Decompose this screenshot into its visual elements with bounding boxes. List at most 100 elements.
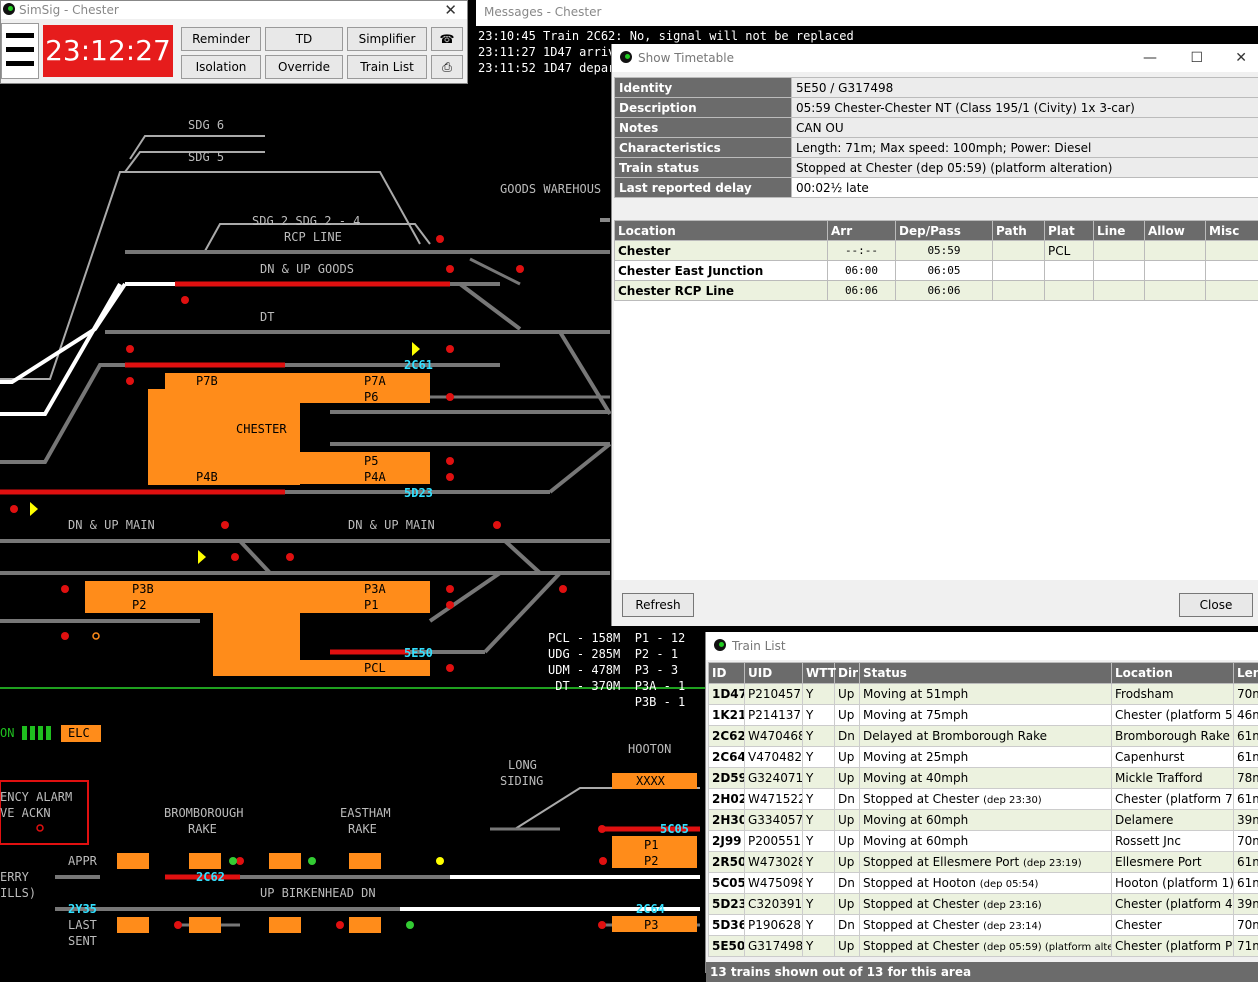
train-row[interactable]: 5D36P190628YDnStopped at Chester (dep 23…: [709, 915, 1258, 936]
printer-button[interactable]: ⎙: [431, 55, 463, 79]
detail-key: Train status: [615, 158, 792, 178]
train-row[interactable]: 2C64V470482YUpMoving at 25mphCapenhurst6…: [709, 747, 1258, 768]
train-row[interactable]: 2R50W473028YUpStopped at Ellesmere Port …: [709, 852, 1258, 873]
status-text: Moving at 60mph: [863, 813, 968, 827]
cell-dir: Up: [835, 684, 860, 705]
simsig-main-window[interactable]: SimSig - Chester ✕ 23:12:27 Reminder TD …: [0, 0, 468, 84]
col-wtt[interactable]: WTT: [803, 663, 835, 684]
cell-dep: 06:05: [896, 261, 993, 281]
col-line[interactable]: Line: [1094, 221, 1145, 241]
col-dir[interactable]: Dir: [835, 663, 860, 684]
status-text: Stopped at Chester: [863, 918, 979, 932]
berth-2c64[interactable]: 2C64: [636, 902, 665, 916]
td-interpose-button[interactable]: TD Interpose: [265, 27, 343, 51]
close-button[interactable]: Close: [1179, 593, 1253, 617]
train-list-window[interactable]: Train List ID UID WTT Dir Status Locatio…: [705, 632, 1258, 973]
cell-misc: [1206, 261, 1258, 281]
col-len[interactable]: Len: [1234, 663, 1258, 684]
cell-len: 78m: [1234, 768, 1258, 789]
schedule-row[interactable]: Chester East Junction 06:00 06:05: [615, 261, 1258, 281]
close-icon[interactable]: ✕: [1235, 44, 1247, 72]
train-row[interactable]: 2D59G324071YUpMoving at 40mphMickle Traf…: [709, 768, 1258, 789]
col-location[interactable]: Location: [615, 221, 828, 241]
label-up-birkenhead: UP BIRKENHEAD DN: [260, 886, 376, 900]
train-row[interactable]: 5D23C320391YUpStopped at Chester (dep 23…: [709, 894, 1258, 915]
schedule-row[interactable]: Chester --:-- 05:59 PCL: [615, 241, 1258, 261]
platform-label-hooton-p3: P3: [644, 918, 658, 932]
berth-5e50[interactable]: 5E50: [404, 646, 433, 660]
berth-5c05[interactable]: 5C05: [660, 822, 689, 836]
cell-location: Chester (platform 7B): [1112, 789, 1234, 810]
train-row[interactable]: 5C05W475098YDnStopped at Hooton (dep 05:…: [709, 873, 1258, 894]
train-row[interactable]: 1K21P214137YUpMoving at 75mphChester (pl…: [709, 705, 1258, 726]
detail-value: 5E50 / G317498: [792, 78, 1258, 98]
refresh-button[interactable]: Refresh: [622, 593, 694, 617]
length-line-5: P3B - 1: [548, 694, 685, 710]
train-list-table[interactable]: ID UID WTT Dir Status Location Len 1D47P…: [708, 662, 1258, 957]
alarm-text-2[interactable]: VE ACKN: [0, 806, 51, 820]
platform-label-p3b: P3B: [132, 582, 154, 596]
train-list-button[interactable]: Train List: [347, 55, 427, 79]
timetable-titlebar[interactable]: Show Timetable — ☐ ✕: [612, 44, 1258, 72]
cell-uid: W471522: [745, 789, 803, 810]
col-path[interactable]: Path: [993, 221, 1045, 241]
clock-display[interactable]: 23:12:27: [43, 25, 173, 77]
simplifier-button[interactable]: Simplifier: [347, 27, 427, 51]
detail-row: Last reported delay00:02½ late: [615, 178, 1258, 198]
status-note: (dep 23:30): [983, 795, 1042, 806]
cell-wtt: Y: [803, 789, 835, 810]
simsig-titlebar[interactable]: SimSig - Chester ✕: [1, 1, 467, 19]
label-sdg5: SDG 5: [188, 150, 224, 164]
cell-location: Capenhurst: [1112, 747, 1234, 768]
schedule-row[interactable]: Chester RCP Line 06:06 06:06: [615, 281, 1258, 301]
col-arr[interactable]: Arr: [828, 221, 896, 241]
train-list-table-wrap[interactable]: ID UID WTT Dir Status Location Len 1D47P…: [708, 662, 1258, 962]
label-xxxx: XXXX: [636, 774, 665, 788]
label-long: LONG: [508, 758, 537, 772]
override-button[interactable]: Override: [265, 55, 343, 79]
col-location[interactable]: Location: [1112, 663, 1234, 684]
alarm-text-1[interactable]: ENCY ALARM: [0, 790, 72, 804]
trainlist-titlebar[interactable]: Train List: [706, 632, 1258, 660]
col-dep-pass[interactable]: Dep/Pass: [896, 221, 993, 241]
col-allow[interactable]: Allow: [1145, 221, 1206, 241]
menu-icon[interactable]: [1, 23, 39, 79]
maximize-icon[interactable]: ☐: [1190, 44, 1203, 72]
cell-path: [993, 241, 1045, 261]
isolation-button[interactable]: Isolation: [181, 55, 261, 79]
col-plat[interactable]: Plat: [1045, 221, 1094, 241]
cell-status: Stopped at Hooton (dep 05:54): [860, 873, 1112, 894]
train-row[interactable]: 5E50G317498YUpStopped at Chester (dep 05…: [709, 936, 1258, 957]
detail-key: Last reported delay: [615, 178, 792, 198]
col-uid[interactable]: UID: [745, 663, 803, 684]
train-row[interactable]: 2J99P200551YUpMoving at 60mphRossett Jnc…: [709, 831, 1258, 852]
label-rcp-line: RCP LINE: [284, 230, 342, 244]
cell-location: Chester (platform 5): [1112, 705, 1234, 726]
schedule-table[interactable]: Location Arr Dep/Pass Path Plat Line All…: [614, 220, 1258, 301]
berth-2y35[interactable]: 2Y35: [68, 902, 97, 916]
berth-2c62[interactable]: 2C62: [196, 870, 225, 884]
minimize-icon[interactable]: —: [1143, 44, 1157, 72]
train-row[interactable]: 2C62W470468YDnDelayed at Bromborough Rak…: [709, 726, 1258, 747]
berth-2c61[interactable]: 2C61: [404, 358, 433, 372]
cell-status: Delayed at Bromborough Rake: [860, 726, 1112, 747]
timetable-details: Identity5E50 / G317498 Description05:59 …: [614, 77, 1258, 198]
berth-5d23[interactable]: 5D23: [404, 486, 433, 500]
reminder-button[interactable]: Reminder: [181, 27, 261, 51]
cell-line: [1094, 261, 1145, 281]
train-row[interactable]: 1D47P210457YUpMoving at 51mphFrodsham70m: [709, 684, 1258, 705]
col-status[interactable]: Status: [860, 663, 1112, 684]
phone-button[interactable]: ☎: [431, 27, 463, 51]
label-chester: CHESTER: [236, 422, 287, 436]
cell-wtt: Y: [803, 873, 835, 894]
signalling-diagram[interactable]: SDG 6 SDG 5 GOODS WAREHOUS SDG 2 SDG 2 -…: [0, 84, 705, 973]
messages-titlebar[interactable]: Messages - Chester: [476, 0, 1258, 26]
col-misc[interactable]: Misc: [1206, 221, 1258, 241]
show-timetable-window[interactable]: Show Timetable — ☐ ✕ Identity5E50 / G317…: [611, 44, 1258, 626]
close-icon[interactable]: ✕: [444, 1, 457, 19]
timetable-schedule[interactable]: Location Arr Dep/Pass Path Plat Line All…: [614, 220, 1258, 580]
col-id[interactable]: ID: [709, 663, 745, 684]
cell-id: 5E50: [709, 936, 745, 957]
train-row[interactable]: 2H30G334057YUpMoving at 60mphDelamere39m: [709, 810, 1258, 831]
train-row[interactable]: 2H02W471522YDnStopped at Chester (dep 23…: [709, 789, 1258, 810]
